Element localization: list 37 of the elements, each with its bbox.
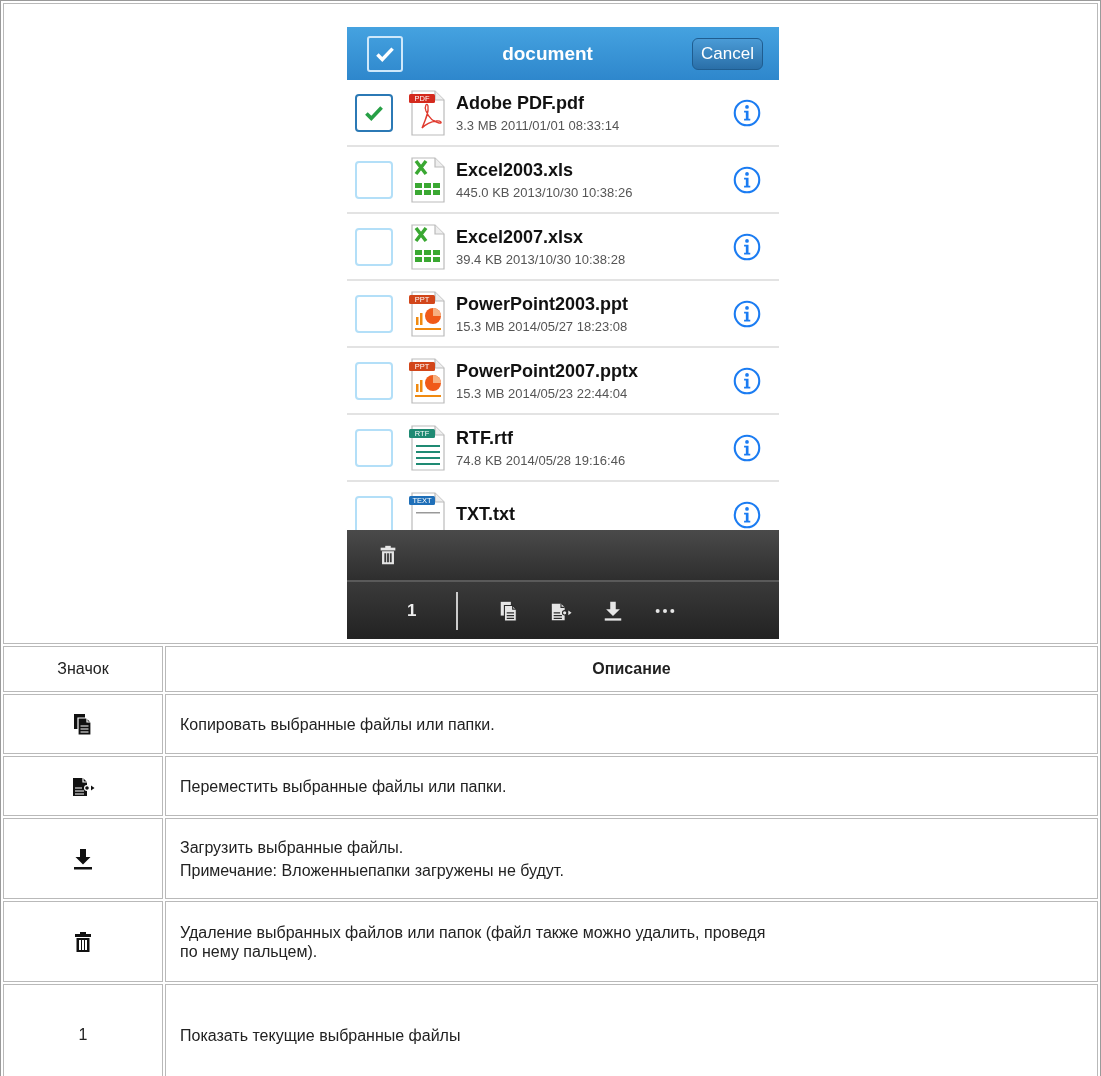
folder-title: document [501,42,594,65]
download-icon [71,846,95,871]
description-text: Примечание: Вложенныепапки загружены не будут. [180,860,565,880]
spreadsheet-file-icon [408,221,448,272]
file-name: PowerPoint2003.ppt [456,293,630,315]
info-icon[interactable] [733,433,761,462]
file-name: PowerPoint2007.pptx [456,360,640,382]
file-name: Adobe PDF.pdf [456,92,585,114]
info-icon[interactable] [733,232,761,261]
info-icon[interactable] [733,299,761,328]
count-label: 1 [78,1026,88,1043]
file-checkbox[interactable] [355,93,393,132]
description-text: Загрузить выбранные файлы. [180,837,405,857]
column-header: Описание [592,660,671,677]
spreadsheet-file-icon [408,154,448,205]
info-icon[interactable] [733,366,761,395]
info-icon[interactable] [733,500,761,529]
info-icon[interactable] [733,165,761,194]
column-header: Значок [57,660,109,677]
selected-count[interactable]: 1 [407,600,417,621]
file-details: 74.8 KB 2014/05/28 19:16:46 [456,452,627,468]
file-details: 445.0 KB 2013/10/30 10:38:26 [456,184,634,200]
description-text: Удаление выбранных файлов или папок (файл также можно удалить, проведя по нему пальцем). [180,922,767,961]
file-details: 15.3 MB 2014/05/23 22:44:04 [456,385,629,401]
file-name: Excel2007.xlsx [456,226,585,248]
select-all-checkbox[interactable] [367,35,403,72]
description-text: Показать текущие выбранные файлы [180,1025,462,1045]
file-name: RTF.rtf [456,427,514,449]
description-text: Копировать выбранные файлы или папки. [180,714,496,734]
info-icon[interactable] [733,98,761,127]
file-details: 15.3 MB 2014/05/27 18:23:08 [456,318,629,334]
file-details: 3.3 MB 2011/01/01 08:33:14 [456,117,621,133]
cancel-button[interactable]: Cancel [692,37,763,70]
file-name: Excel2003.xls [456,159,575,181]
file-name: TXT.txt [456,504,516,525]
description-text: Переместить выбранные файлы или папки. [180,776,508,796]
file-details: 39.4 KB 2013/10/30 10:38:28 [456,251,627,267]
